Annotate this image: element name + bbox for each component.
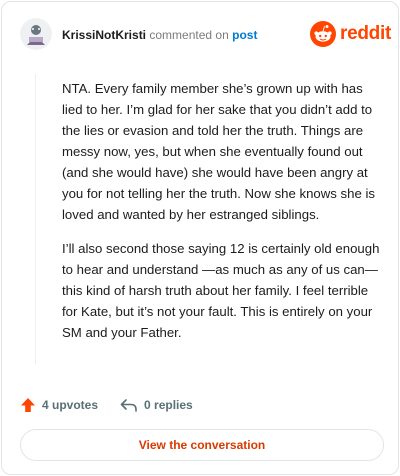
- reply-count: 0 replies: [144, 398, 193, 412]
- upvote-count: 4 upvotes: [42, 398, 99, 412]
- comment-header: KrissiNotKristi commented on post reddit: [2, 2, 400, 62]
- reddit-wordmark: reddit: [340, 23, 391, 44]
- reply-arrow-icon: [120, 399, 137, 412]
- comment-body: NTA. Every family member she’s grown up …: [62, 78, 380, 356]
- comment-actions: 4 upvotes 0 replies: [20, 394, 215, 416]
- reddit-alien-logo-icon: [310, 21, 336, 47]
- comment-paragraph-1: NTA. Every family member she’s grown up …: [62, 81, 375, 222]
- upvote-arrow-icon: [21, 398, 35, 412]
- reply-button[interactable]: 0 replies: [120, 397, 193, 413]
- comment-card: KrissiNotKristi commented on post reddit…: [1, 1, 399, 475]
- comment-meta: KrissiNotKristi commented on post: [62, 28, 257, 42]
- post-link[interactable]: post: [232, 28, 257, 42]
- commented-on-text: commented on: [149, 28, 229, 42]
- reddit-brand[interactable]: reddit: [310, 20, 391, 48]
- upvote-button[interactable]: 4 upvotes: [20, 397, 98, 413]
- username-link[interactable]: KrissiNotKristi: [62, 28, 146, 42]
- thread-line: [35, 74, 36, 364]
- view-conversation-button[interactable]: View the conversation: [20, 429, 384, 461]
- comment-paragraph-2: I’ll also second those saying 12 is cert…: [62, 241, 380, 340]
- user-avatar-icon[interactable]: [20, 18, 52, 50]
